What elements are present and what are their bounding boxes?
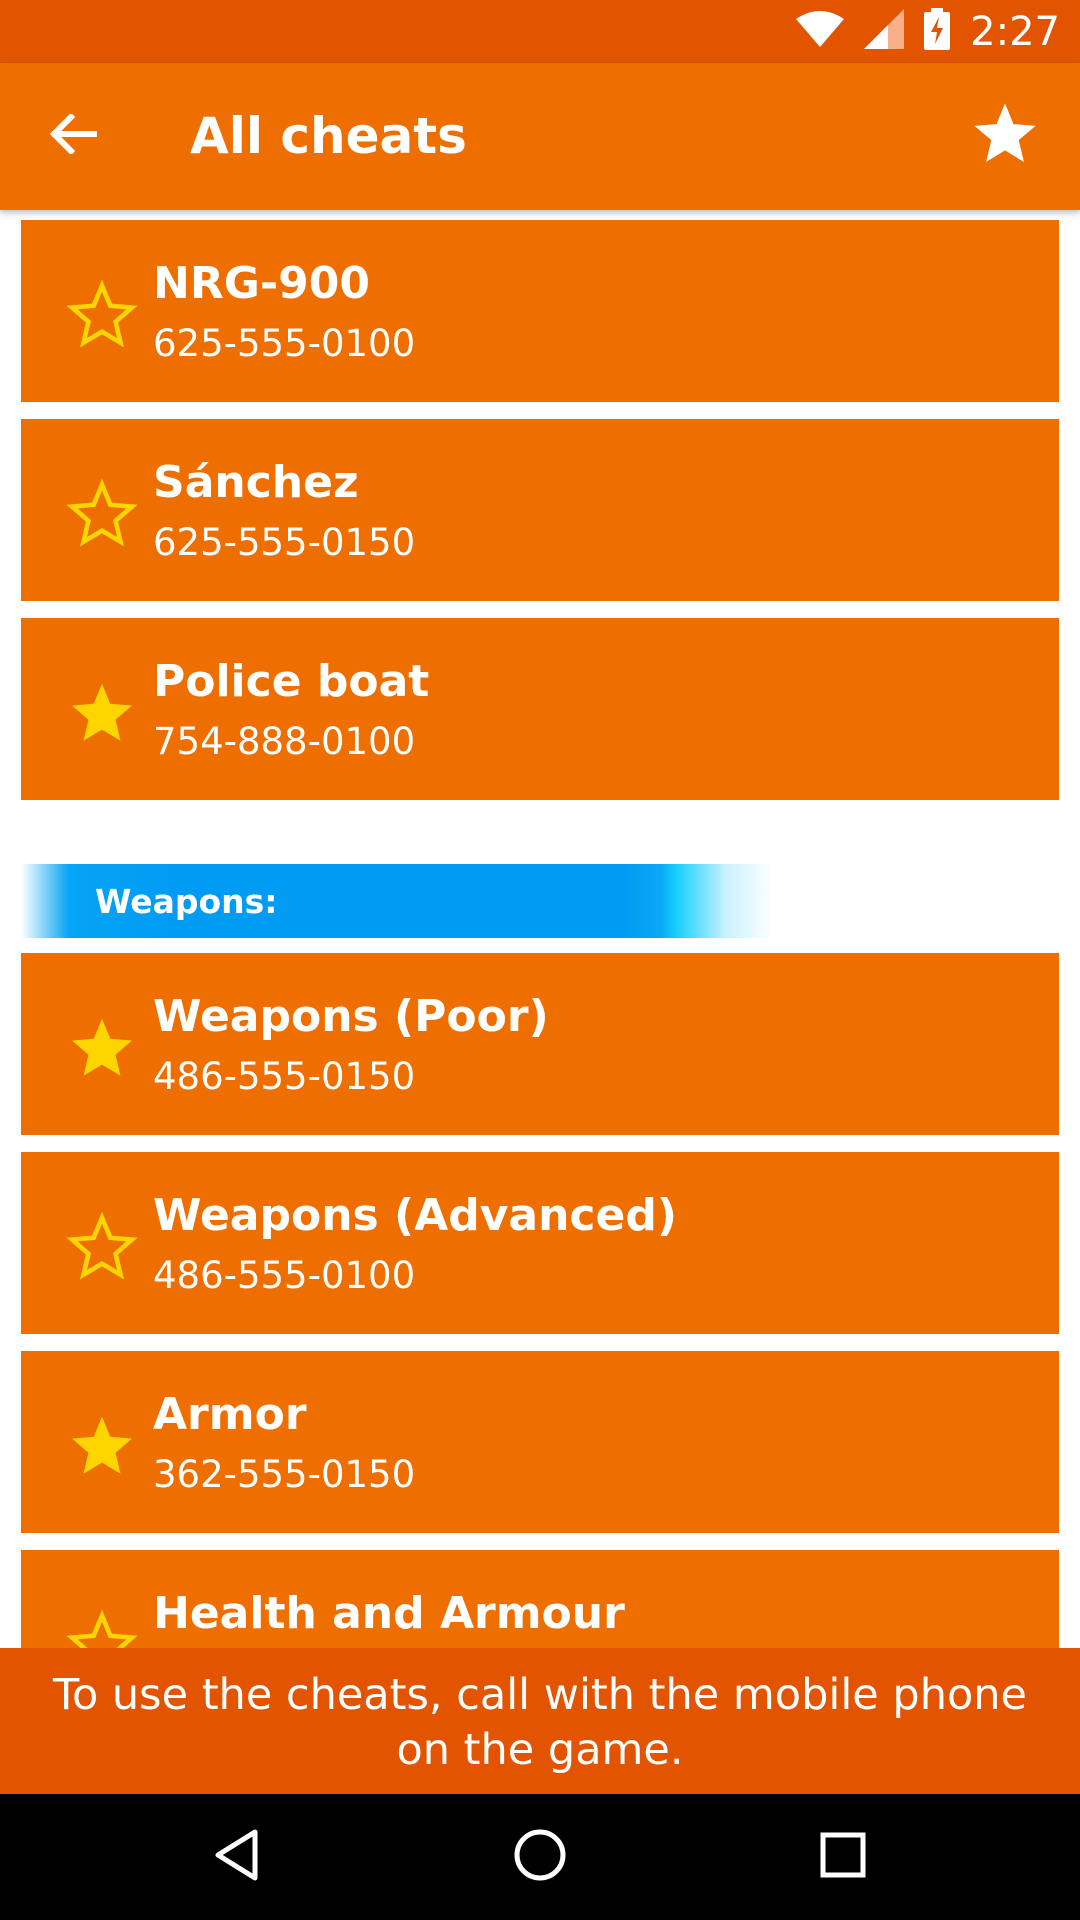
star-outline-icon[interactable] (65, 477, 139, 551)
cheat-card[interactable]: Weapons (Advanced) 486-555-0100 (21, 1152, 1059, 1334)
nav-home-button[interactable] (505, 1822, 575, 1892)
square-recents-icon (819, 1831, 867, 1884)
cheat-name: Sánchez (153, 457, 359, 508)
circle-home-icon (513, 1828, 567, 1887)
back-button[interactable] (40, 103, 106, 169)
cheat-card[interactable]: Weapons (Poor) 486-555-0150 (21, 953, 1059, 1135)
cheat-name: NRG-900 (153, 258, 370, 309)
cheat-list[interactable]: NRG-900 625-555-0100 Sánchez 625-555-015… (0, 210, 1080, 1648)
cheat-name: Armor (153, 1389, 307, 1440)
cheat-name: Police boat (153, 656, 430, 707)
star-outline-icon[interactable] (65, 1608, 139, 1648)
battery-charging-icon (924, 8, 951, 55)
arrow-left-icon (49, 112, 98, 159)
cheat-card[interactable]: Sánchez 625-555-0150 (21, 419, 1059, 601)
system-nav-bar (0, 1794, 1080, 1920)
nav-back-button[interactable] (202, 1822, 272, 1892)
section-title: Weapons: (95, 882, 278, 921)
cheat-card[interactable]: Armor 362-555-0150 (21, 1351, 1059, 1533)
cheat-code: 625-555-0150 (153, 521, 416, 564)
app-bar: All cheats (0, 63, 1080, 210)
star-outline-icon[interactable] (65, 278, 139, 352)
signal-icon (864, 9, 905, 54)
wifi-icon (796, 11, 845, 52)
page-title: All cheats (190, 107, 467, 165)
cheat-code: 486-555-0100 (153, 1254, 416, 1297)
cheat-code: 754-888-0100 (153, 720, 416, 763)
star-outline-icon[interactable] (65, 1210, 139, 1284)
star-filled-icon[interactable] (65, 1409, 139, 1483)
cheat-name: Weapons (Poor) (153, 991, 549, 1042)
triangle-back-icon (213, 1828, 261, 1887)
cheat-name: Weapons (Advanced) (153, 1190, 677, 1241)
cheat-card[interactable]: Health and Armour (21, 1550, 1059, 1648)
usage-hint: To use the cheats, call with the mobile … (0, 1648, 1080, 1794)
nav-recents-button[interactable] (808, 1822, 878, 1892)
favorites-button[interactable] (964, 95, 1046, 177)
cheat-code: 625-555-0100 (153, 322, 416, 365)
star-filled-icon[interactable] (65, 676, 139, 750)
status-bar: 2:27 (0, 0, 1080, 63)
cheat-card[interactable]: NRG-900 625-555-0100 (21, 220, 1059, 402)
section-header-weapons: Weapons: (21, 864, 821, 938)
star-filled-icon[interactable] (65, 1011, 139, 1085)
cheat-card[interactable]: Police boat 754-888-0100 (21, 618, 1059, 800)
star-icon (969, 99, 1041, 174)
cheat-code: 362-555-0150 (153, 1453, 416, 1496)
cheat-name: Health and Armour (153, 1588, 625, 1639)
status-time: 2:27 (970, 8, 1060, 55)
cheat-code: 486-555-0150 (153, 1055, 416, 1098)
